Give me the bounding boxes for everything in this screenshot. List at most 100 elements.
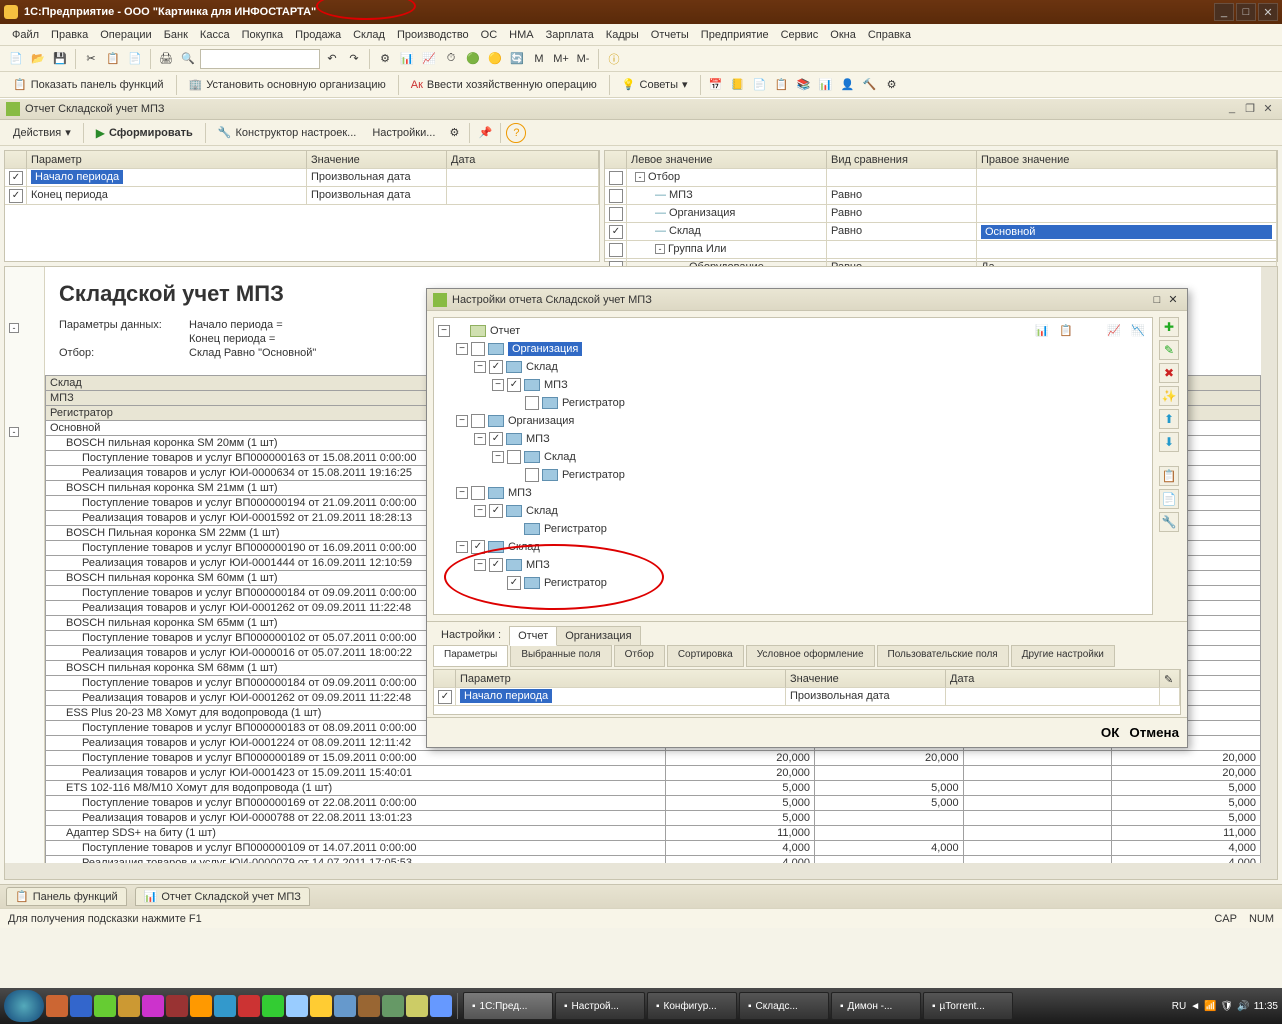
- msize-button[interactable]: М: [529, 49, 549, 69]
- icon-calendar[interactable]: 📅: [706, 75, 726, 95]
- expand-toggle[interactable]: −: [438, 325, 450, 337]
- checkbox[interactable]: ✓: [507, 378, 521, 392]
- checkbox[interactable]: ✓: [609, 225, 623, 239]
- icon-user[interactable]: 👤: [838, 75, 858, 95]
- expand-toggle[interactable]: −: [474, 505, 486, 517]
- checkbox[interactable]: [525, 468, 539, 482]
- menu-enterprise[interactable]: Предприятие: [695, 27, 775, 43]
- quick-launch-icon[interactable]: [382, 995, 404, 1017]
- checkbox[interactable]: [609, 243, 623, 257]
- add-icon[interactable]: ✚: [1159, 317, 1179, 337]
- checkbox[interactable]: ✓: [489, 432, 503, 446]
- icon-list[interactable]: 📋: [772, 75, 792, 95]
- tree-node[interactable]: −Организация: [438, 340, 1148, 358]
- quick-launch-icon[interactable]: [70, 995, 92, 1017]
- expand-toggle[interactable]: −: [456, 415, 468, 427]
- tab-report[interactable]: 📊Отчет Складской учет МПЗ: [135, 887, 310, 906]
- expand-toggle[interactable]: −: [456, 343, 468, 355]
- taskbar-task[interactable]: ▪Конфигур...: [647, 992, 737, 1020]
- checkbox[interactable]: [609, 189, 623, 203]
- expand-toggle[interactable]: −: [474, 433, 486, 445]
- cancel-button[interactable]: Отмена: [1129, 725, 1179, 740]
- taskbar-task[interactable]: ▪Настрой...: [555, 992, 645, 1020]
- checkbox[interactable]: ✓: [507, 576, 521, 590]
- tree-tool-icon[interactable]: 📋: [1056, 320, 1076, 340]
- structure-tree[interactable]: 📊 📋 📈 📉 −Отчет−Организация−✓Склад−✓МПЗРе…: [433, 317, 1153, 615]
- vertical-scrollbar[interactable]: [1261, 267, 1277, 863]
- paste-icon[interactable]: 📄: [1159, 489, 1179, 509]
- checkbox[interactable]: [471, 486, 485, 500]
- expand-toggle[interactable]: −: [456, 541, 468, 553]
- copy-icon[interactable]: 📋: [1159, 466, 1179, 486]
- set-org-button[interactable]: 🏢Установить основную организацию: [182, 75, 393, 94]
- cut-icon[interactable]: ✂: [81, 49, 101, 69]
- icon-journal[interactable]: 📒: [728, 75, 748, 95]
- ptab-sort[interactable]: Сортировка: [667, 645, 744, 667]
- tray-icon[interactable]: ◄: [1190, 1001, 1200, 1012]
- quick-launch-icon[interactable]: [286, 995, 308, 1017]
- save-icon[interactable]: 💾: [50, 49, 70, 69]
- pin-icon[interactable]: 📌: [475, 123, 495, 143]
- icon-book[interactable]: 📚: [794, 75, 814, 95]
- icon-hammer[interactable]: 🔨: [860, 75, 880, 95]
- mminus-button[interactable]: М-: [573, 49, 593, 69]
- delete-icon[interactable]: ✖: [1159, 363, 1179, 383]
- menu-hr[interactable]: Кадры: [600, 27, 645, 43]
- quick-launch-icon[interactable]: [334, 995, 356, 1017]
- lang-indicator[interactable]: RU: [1172, 1001, 1186, 1012]
- system-tray[interactable]: RU ◄ 📶 🛡 🔊 11:35: [1172, 1001, 1278, 1012]
- checkbox[interactable]: [609, 171, 623, 185]
- tool-icon[interactable]: ⚙: [375, 49, 395, 69]
- menu-service[interactable]: Сервис: [775, 27, 825, 43]
- menu-production[interactable]: Производство: [391, 27, 475, 43]
- close-button[interactable]: ✕: [1258, 3, 1278, 21]
- subwindow-minimize[interactable]: _: [1224, 102, 1240, 116]
- search-input[interactable]: [200, 49, 320, 69]
- dialog-restore[interactable]: □: [1149, 294, 1165, 306]
- clock[interactable]: 11:35: [1254, 1001, 1278, 1012]
- tray-icon[interactable]: 🛡: [1221, 1001, 1234, 1012]
- tray-icon[interactable]: 🔊: [1237, 1001, 1249, 1012]
- tool4-icon[interactable]: ⏱: [441, 49, 461, 69]
- menu-bank[interactable]: Банк: [158, 27, 194, 43]
- subwindow-close[interactable]: ✕: [1260, 102, 1276, 116]
- tool2-icon[interactable]: 📊: [397, 49, 417, 69]
- constructor-button[interactable]: 🔧Конструктор настроек...: [211, 123, 364, 142]
- form-button[interactable]: ▶Сформировать: [89, 123, 200, 143]
- outline-toggle[interactable]: -: [9, 427, 19, 437]
- mplus-button[interactable]: М+: [551, 49, 571, 69]
- menu-nma[interactable]: НМА: [503, 27, 539, 43]
- quick-launch-icon[interactable]: [238, 995, 260, 1017]
- paste-icon[interactable]: 📄: [125, 49, 145, 69]
- tree-tool-icon[interactable]: 📉: [1128, 320, 1148, 340]
- ptab-cond[interactable]: Условное оформление: [746, 645, 875, 667]
- quick-launch-icon[interactable]: [406, 995, 428, 1017]
- ptab-params[interactable]: Параметры: [433, 645, 508, 667]
- checkbox[interactable]: [525, 396, 539, 410]
- taskbar-task[interactable]: ▪Складс...: [739, 992, 829, 1020]
- tree-node[interactable]: −✓Склад: [438, 538, 1148, 556]
- quick-launch-icon[interactable]: [262, 995, 284, 1017]
- tree-tool-icon[interactable]: 📈: [1104, 320, 1124, 340]
- quick-launch-icon[interactable]: [430, 995, 452, 1017]
- tree-node[interactable]: Регистратор: [438, 520, 1148, 538]
- tool6-icon[interactable]: 🟡: [485, 49, 505, 69]
- undo-icon[interactable]: ↶: [322, 49, 342, 69]
- menu-purchase[interactable]: Покупка: [236, 27, 290, 43]
- menu-cash[interactable]: Касса: [194, 27, 236, 43]
- show-panel-button[interactable]: 📋Показать панель функций: [6, 75, 171, 94]
- quick-launch-icon[interactable]: [190, 995, 212, 1017]
- quick-launch-icon[interactable]: [358, 995, 380, 1017]
- dialog-close[interactable]: ✕: [1165, 293, 1181, 306]
- icon-doc[interactable]: 📄: [750, 75, 770, 95]
- checkbox[interactable]: [471, 342, 485, 356]
- quick-launch-icon[interactable]: [214, 995, 236, 1017]
- tree-node[interactable]: −Организация: [438, 412, 1148, 430]
- icon-report[interactable]: 📊: [816, 75, 836, 95]
- tray-icon[interactable]: 📶: [1204, 1001, 1216, 1012]
- checkbox[interactable]: ✓: [9, 171, 23, 185]
- menu-help[interactable]: Справка: [862, 27, 917, 43]
- new-icon[interactable]: 📄: [6, 49, 26, 69]
- menu-reports[interactable]: Отчеты: [645, 27, 695, 43]
- refresh-icon[interactable]: 🔄: [507, 49, 527, 69]
